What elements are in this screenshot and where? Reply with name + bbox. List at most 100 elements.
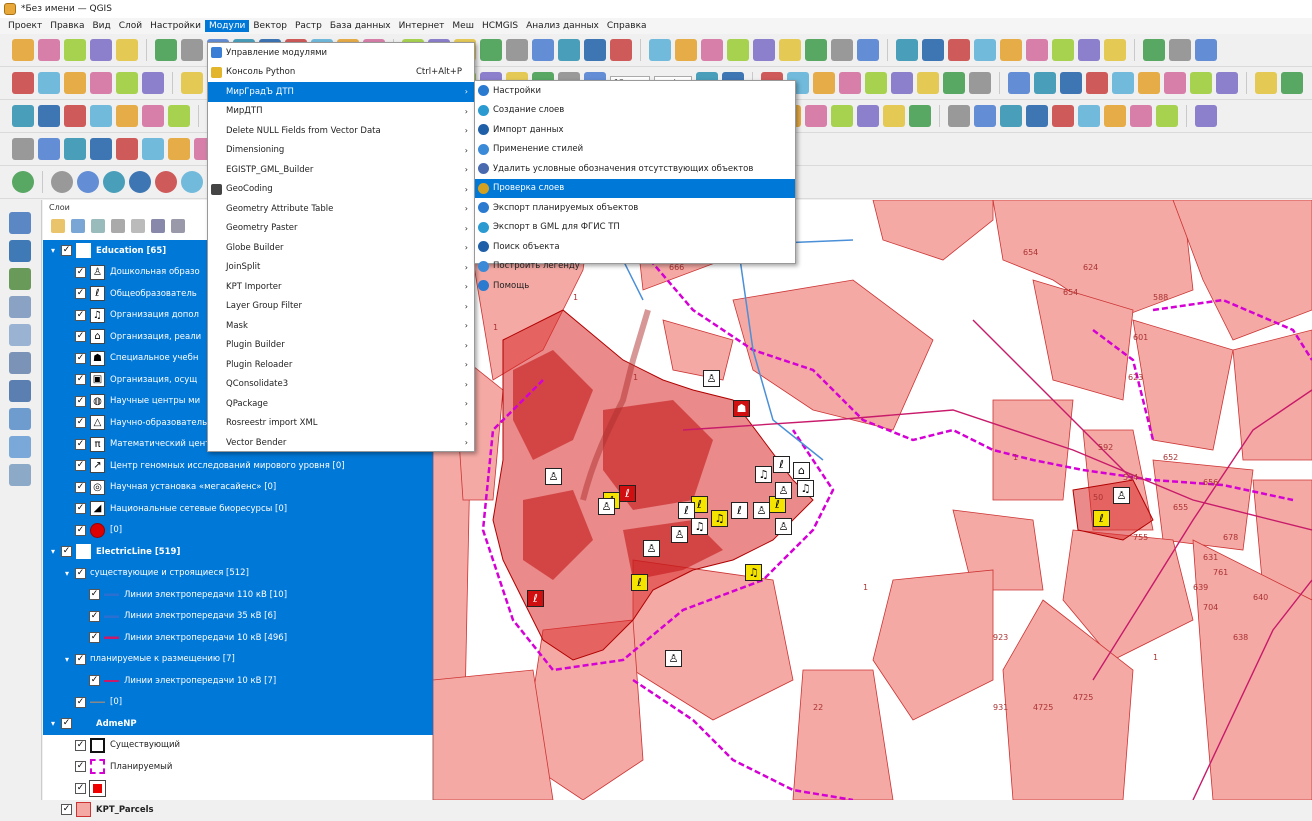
tb2-tool-icon[interactable] (1138, 72, 1160, 94)
submenu-item[interactable]: Помощь (475, 276, 795, 296)
filter-legend-icon[interactable] (111, 219, 125, 233)
tb5-tool-icon[interactable] (77, 171, 99, 193)
tb4-tool-icon[interactable] (168, 138, 190, 160)
tb2-tool-icon[interactable] (142, 72, 164, 94)
plugins-menu-item[interactable]: QPackage › (208, 394, 474, 414)
add-delimited-text-icon[interactable] (9, 296, 31, 318)
tb2-tool-icon[interactable] (1034, 72, 1056, 94)
tb3-tool-icon[interactable] (1130, 105, 1152, 127)
tb3-tool-icon[interactable] (974, 105, 996, 127)
submenu-item[interactable]: Удалить условные обозначения отсутствующ… (475, 159, 795, 179)
submenu-item[interactable]: Настройки (475, 81, 795, 101)
tb2-tool-icon[interactable] (181, 72, 203, 94)
layer-row[interactable]: ▾ ✓ планируемые к размещению [7] (43, 648, 433, 670)
layer-visibility-checkbox[interactable]: ✓ (89, 675, 100, 687)
menu-8[interactable]: База данных (326, 20, 395, 32)
tb1-tool-icon[interactable] (506, 39, 528, 61)
tb3-tool-icon[interactable] (116, 105, 138, 127)
tb1-tool-icon[interactable] (480, 39, 502, 61)
tb1-tool-icon[interactable] (155, 39, 177, 61)
plugins-menu-item[interactable]: Geometry Paster › (208, 219, 474, 239)
plugins-menu-item[interactable]: Управление модулями (208, 43, 474, 63)
tb1-tool-icon[interactable] (1052, 39, 1074, 61)
layer-visibility-checkbox[interactable]: ✓ (75, 374, 86, 386)
tb2-tool-icon[interactable] (865, 72, 887, 94)
tb3-tool-icon[interactable] (168, 105, 190, 127)
tb1-tool-icon[interactable] (38, 39, 60, 61)
kindergarten-marker[interactable]: ♙ (671, 526, 688, 543)
tb2-tool-icon[interactable] (64, 72, 86, 94)
menu-9[interactable]: Интернет (395, 20, 449, 32)
plugins-menu-item[interactable]: GeoCoding › (208, 180, 474, 200)
layer-visibility-checkbox[interactable]: ✓ (61, 245, 72, 257)
kindergarten-marker[interactable]: ♙ (703, 370, 720, 387)
tb1-tool-icon[interactable] (948, 39, 970, 61)
layer-visibility-checkbox[interactable]: ✓ (89, 610, 100, 622)
tb1-tool-icon[interactable] (831, 39, 853, 61)
building-marker[interactable]: ⌂ (793, 462, 810, 479)
tb4-tool-icon[interactable] (38, 138, 60, 160)
add-raster-icon[interactable] (9, 240, 31, 262)
menu-3[interactable]: Слой (115, 20, 146, 32)
layer-row[interactable]: ▾ ✓ ElectricLine [519] (43, 541, 433, 563)
collapse-arrow-icon[interactable]: ▾ (51, 719, 61, 728)
submenu-item[interactable]: Поиск объекта (475, 237, 795, 257)
open-styling-icon[interactable] (51, 219, 65, 233)
plugins-menu-item[interactable]: QConsolidate3 › (208, 375, 474, 395)
kindergarten-marker[interactable]: ♙ (598, 498, 615, 515)
plugins-menu-item[interactable]: JoinSplit › (208, 258, 474, 278)
kindergarten-marker[interactable]: ♙ (1113, 487, 1130, 504)
school-marker[interactable]: ℓ (631, 574, 648, 591)
layer-visibility-checkbox[interactable]: ✓ (75, 288, 86, 300)
layer-visibility-checkbox[interactable]: ✓ (75, 524, 86, 536)
tb1-tool-icon[interactable] (805, 39, 827, 61)
tb1-tool-icon[interactable] (558, 39, 580, 61)
layer-visibility-checkbox[interactable]: ✓ (89, 589, 100, 601)
menu-5[interactable]: Модули (204, 20, 250, 32)
tb3-tool-icon[interactable] (805, 105, 827, 127)
kindergarten-marker[interactable]: ♙ (775, 482, 792, 499)
tb1-tool-icon[interactable] (974, 39, 996, 61)
tb5-tool-icon[interactable] (129, 171, 151, 193)
tb3-tool-icon[interactable] (1195, 105, 1217, 127)
layer-visibility-checkbox[interactable]: ✓ (75, 309, 86, 321)
plugins-menu-item[interactable]: МирДТП › (208, 102, 474, 122)
school-marker[interactable]: ℓ (1093, 510, 1110, 527)
collapse-all-icon[interactable] (171, 219, 185, 233)
layer-visibility-checkbox[interactable]: ✓ (75, 761, 86, 773)
tb2-tool-icon[interactable] (90, 72, 112, 94)
tb1-tool-icon[interactable] (90, 39, 112, 61)
music-marker[interactable]: ♫ (797, 480, 814, 497)
tb3-tool-icon[interactable] (857, 105, 879, 127)
tb5-tool-icon[interactable] (181, 171, 203, 193)
tb1-tool-icon[interactable] (1078, 39, 1100, 61)
tb2-tool-icon[interactable] (839, 72, 861, 94)
tb2-tool-icon[interactable] (891, 72, 913, 94)
collapse-arrow-icon[interactable]: ▾ (51, 547, 61, 556)
add-wms-icon[interactable] (9, 408, 31, 430)
plugins-menu-item[interactable]: Vector Bender › (208, 433, 474, 453)
tb3-tool-icon[interactable] (1052, 105, 1074, 127)
plugins-menu-item[interactable]: Plugin Reloader › (208, 355, 474, 375)
tb1-tool-icon[interactable] (727, 39, 749, 61)
plugins-menu-item[interactable]: Dimensioning › (208, 141, 474, 161)
tb1-tool-icon[interactable] (610, 39, 632, 61)
add-virtual-layer-icon[interactable] (9, 352, 31, 374)
tb2-tool-icon[interactable] (1216, 72, 1238, 94)
layer-row[interactable]: ✓ Линии электропередачи 10 кВ [7] (43, 670, 433, 692)
layer-row[interactable]: ✓ ◎ Научная установка «мегасайенс» [0] (43, 476, 433, 498)
submenu-item[interactable]: Создание слоев (475, 101, 795, 121)
layer-visibility-checkbox[interactable]: ✓ (75, 503, 86, 515)
kindergarten-marker[interactable]: ♙ (545, 468, 562, 485)
tb1-tool-icon[interactable] (116, 39, 138, 61)
school-marker[interactable]: ℓ (731, 502, 748, 519)
layer-visibility-checkbox[interactable]: ✓ (75, 352, 86, 364)
layer-visibility-checkbox[interactable]: ✓ (61, 718, 72, 730)
tb3-tool-icon[interactable] (1026, 105, 1048, 127)
tb3-tool-icon[interactable] (1078, 105, 1100, 127)
tb1-tool-icon[interactable] (1169, 39, 1191, 61)
layer-row[interactable]: ✓ ◢ Национальные сетевые биоресурсы [0] (43, 498, 433, 520)
plugins-menu-item[interactable]: Mask › (208, 316, 474, 336)
new-layer-icon[interactable] (9, 464, 31, 486)
layer-visibility-checkbox[interactable]: ✓ (89, 632, 100, 644)
